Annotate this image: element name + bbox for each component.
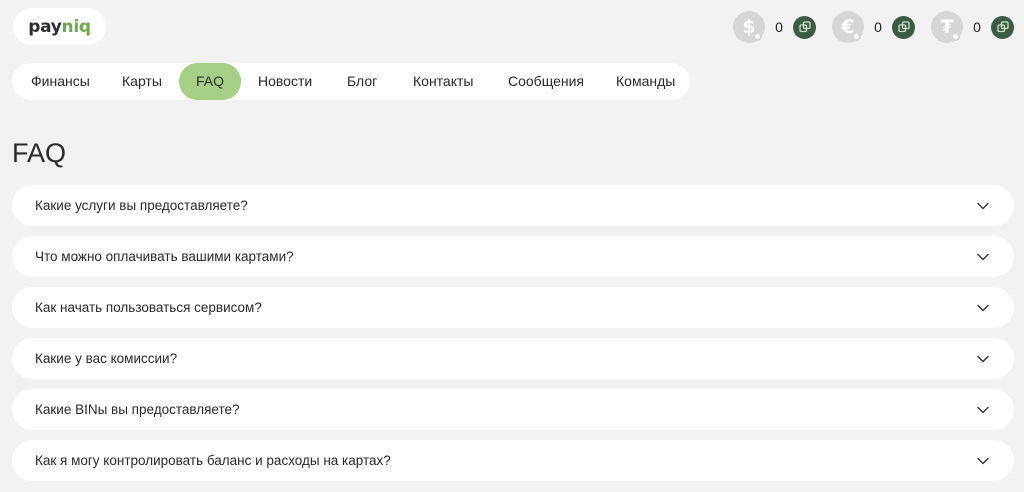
chevron-down-icon bbox=[976, 250, 990, 264]
copy-button[interactable] bbox=[991, 15, 1014, 39]
nav-item-finance[interactable]: Финансы bbox=[31, 63, 90, 100]
chevron-down-icon bbox=[976, 454, 990, 468]
page: pay niq $ 0 € 0 ₮ 0 Финансы Карты FAQ Но… bbox=[0, 0, 1024, 492]
balance-usdt: ₮ 0 bbox=[931, 10, 1014, 44]
logo-text-niq: niq bbox=[61, 16, 92, 37]
page-title: FAQ bbox=[12, 138, 67, 168]
faq-item[interactable]: Как я могу контролировать баланс и расхо… bbox=[12, 440, 1014, 481]
faq-list: Какие услуги вы предоставляете? Что можн… bbox=[12, 185, 1014, 491]
copy-button[interactable] bbox=[793, 15, 816, 39]
copy-icon bbox=[897, 21, 910, 33]
euro-icon: € bbox=[832, 11, 864, 43]
chevron-down-icon bbox=[976, 352, 990, 366]
nav-item-blog[interactable]: Блог bbox=[347, 63, 377, 100]
faq-question: Как я могу контролировать баланс и расхо… bbox=[35, 453, 391, 468]
copy-button[interactable] bbox=[892, 15, 915, 39]
nav-item-faq[interactable]: FAQ bbox=[179, 63, 242, 100]
dollar-icon: $ bbox=[733, 11, 765, 43]
balance-eur: € 0 bbox=[832, 10, 915, 44]
chevron-down-icon bbox=[976, 199, 990, 213]
faq-item[interactable]: Как начать пользоваться сервисом? bbox=[12, 287, 1014, 328]
faq-item[interactable]: Какие у вас комиссии? bbox=[12, 338, 1014, 379]
logo-text-pay: pay bbox=[28, 16, 62, 37]
balance-amount: 0 bbox=[775, 19, 783, 35]
faq-question: Какие услуги вы предоставляете? bbox=[35, 198, 248, 213]
faq-item[interactable]: Какие услуги вы предоставляете? bbox=[12, 185, 1014, 226]
faq-question: Какие у вас комиссии? bbox=[35, 351, 178, 366]
copy-icon bbox=[798, 21, 811, 33]
chevron-down-icon bbox=[976, 403, 990, 417]
faq-item[interactable]: Какие BINы вы предоставляете? bbox=[12, 389, 1014, 430]
nav-item-contacts[interactable]: Контакты bbox=[413, 63, 473, 100]
chevron-down-icon bbox=[976, 301, 990, 315]
copy-icon bbox=[996, 21, 1009, 33]
balances: $ 0 € 0 ₮ 0 bbox=[733, 10, 1014, 44]
nav-item-cards[interactable]: Карты bbox=[122, 63, 162, 100]
nav-item-news[interactable]: Новости bbox=[258, 63, 312, 100]
balance-amount: 0 bbox=[874, 19, 882, 35]
nav-item-messages[interactable]: Сообщения bbox=[508, 63, 584, 100]
faq-question: Что можно оплачивать вашими картами? bbox=[35, 249, 294, 264]
faq-question: Какие BINы вы предоставляете? bbox=[35, 402, 240, 417]
balance-amount: 0 bbox=[973, 19, 981, 35]
nav-item-teams[interactable]: Команды bbox=[616, 63, 675, 100]
tether-icon: ₮ bbox=[931, 11, 963, 43]
logo[interactable]: pay niq bbox=[13, 8, 106, 45]
faq-item[interactable]: Что можно оплачивать вашими картами? bbox=[12, 236, 1014, 277]
faq-question: Как начать пользоваться сервисом? bbox=[35, 300, 262, 315]
balance-usd: $ 0 bbox=[733, 10, 816, 44]
main-nav: Финансы Карты FAQ Новости Блог Контакты … bbox=[12, 63, 690, 100]
